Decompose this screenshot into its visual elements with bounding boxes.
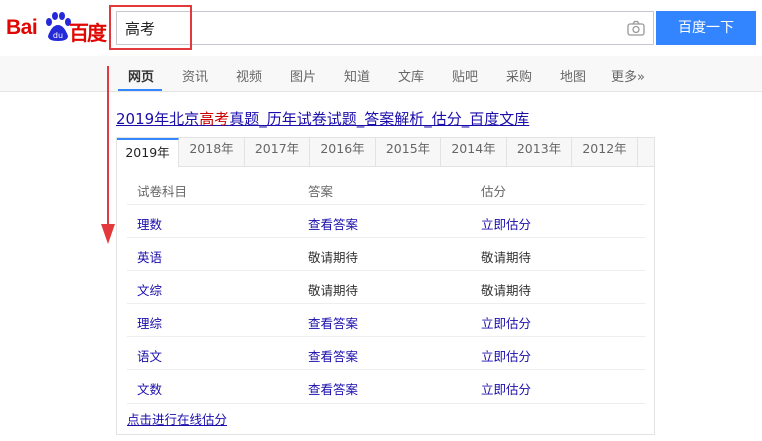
result-title-highlight: 高考 (199, 110, 230, 128)
column-header-score: 估分 (481, 184, 507, 199)
search-box[interactable] (116, 11, 654, 45)
tab-year-2013[interactable]: 2013年 (507, 138, 572, 166)
answer-link[interactable]: 查看答案 (308, 346, 358, 365)
answer-link[interactable]: 查看答案 (308, 379, 358, 398)
score-link[interactable]: 立即估分 (481, 214, 531, 233)
answer-pending: 敬请期待 (308, 283, 359, 298)
nav-item-web[interactable]: 网页 (128, 66, 154, 85)
nav-item-tieba[interactable]: 贴吧 (452, 66, 478, 85)
subject-link[interactable]: 文综 (137, 280, 162, 299)
nav-item-caigou[interactable]: 采购 (506, 66, 532, 85)
nav-item-news[interactable]: 资讯 (182, 66, 208, 85)
subject-link[interactable]: 语文 (137, 346, 162, 365)
result-title-prefix: 2019年北京 (116, 110, 200, 128)
table-row: 语文 查看答案 立即估分 (127, 336, 645, 370)
nav-item-wenku[interactable]: 文库 (398, 66, 424, 85)
score-link[interactable]: 立即估分 (481, 313, 531, 332)
year-tabs: 2019年 2018年 2017年 2016年 2015年 2014年 2013… (117, 138, 654, 167)
header: Bai du 百度 百度一下 (0, 0, 762, 56)
subject-link[interactable]: 理综 (137, 313, 162, 332)
baidu-logo[interactable]: Bai du 百度 (6, 12, 108, 45)
logo-text-baidu: 百度 (69, 21, 107, 45)
camera-icon[interactable] (627, 20, 645, 36)
score-pending: 敬请期待 (481, 283, 532, 298)
nav-item-video[interactable]: 视频 (236, 66, 262, 85)
tab-year-2014[interactable]: 2014年 (441, 138, 507, 166)
tab-year-2017[interactable]: 2017年 (245, 138, 310, 166)
online-score-link[interactable]: 点击进行在线估分 (127, 409, 227, 428)
nav-active-underline (118, 89, 162, 91)
answer-link[interactable]: 查看答案 (308, 313, 358, 332)
nav-item-more[interactable]: 更多» (611, 66, 645, 85)
column-header-answer: 答案 (308, 184, 334, 199)
tab-year-2012[interactable]: 2012年 (572, 138, 638, 166)
answer-pending: 敬请期待 (308, 250, 359, 265)
annotation-highlight-box (109, 5, 192, 50)
logo-text-bai: Bai (6, 16, 38, 39)
tab-year-2016[interactable]: 2016年 (310, 138, 376, 166)
paw-icon: du (46, 12, 71, 41)
svg-text:du: du (53, 31, 63, 40)
subject-link[interactable]: 文数 (137, 379, 162, 398)
nav-item-images[interactable]: 图片 (290, 66, 316, 85)
table-row: 英语 敬请期待 敬请期待 (127, 237, 645, 271)
table-row: 理数 查看答案 立即估分 (127, 204, 645, 238)
table-row: 理综 查看答案 立即估分 (127, 303, 645, 337)
score-link[interactable]: 立即估分 (481, 379, 531, 398)
tab-year-2015[interactable]: 2015年 (376, 138, 441, 166)
table-row: 文综 敬请期待 敬请期待 (127, 270, 645, 304)
result-title-link[interactable]: 2019年北京高考真题_历年试卷试题_答案解析_估分_百度文库 (116, 108, 529, 129)
result-card: 2019年 2018年 2017年 2016年 2015年 2014年 2013… (116, 137, 655, 435)
column-header-subject: 试卷科目 (137, 184, 188, 199)
search-input[interactable] (117, 12, 625, 44)
score-link[interactable]: 立即估分 (481, 346, 531, 365)
result-title-suffix: 真题_历年试卷试题_答案解析_估分_百度文库 (229, 110, 530, 128)
annotation-down-arrow (101, 66, 115, 244)
tab-year-2018[interactable]: 2018年 (179, 138, 245, 166)
table-row: 文数 查看答案 立即估分 (127, 369, 645, 404)
search-button[interactable]: 百度一下 (656, 11, 756, 45)
answer-link[interactable]: 查看答案 (308, 214, 358, 233)
nav-item-map[interactable]: 地图 (560, 66, 586, 85)
score-pending: 敬请期待 (481, 250, 532, 265)
nav-item-zhidao[interactable]: 知道 (344, 66, 370, 85)
subject-link[interactable]: 理数 (137, 214, 162, 233)
tab-year-2019[interactable]: 2019年 (117, 138, 179, 167)
subject-link[interactable]: 英语 (137, 247, 162, 266)
